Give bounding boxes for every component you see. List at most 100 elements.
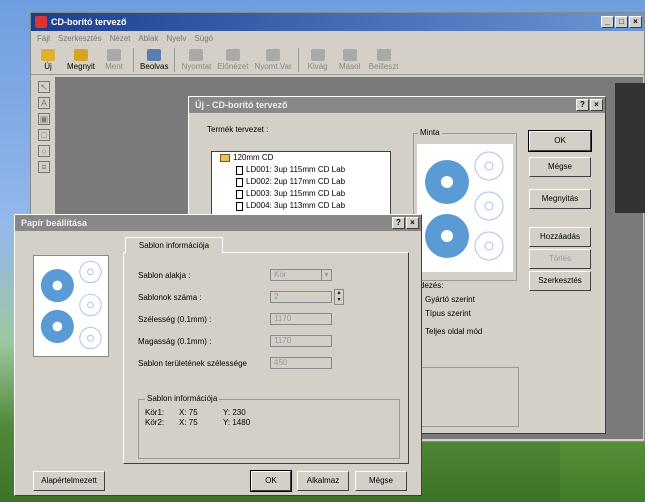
tree-item[interactable]: LD001: 3up 115mm CD Lab xyxy=(246,164,345,176)
paper-settings-title-bar[interactable]: Papír beállítása ? × xyxy=(15,215,421,231)
toolbar-separator xyxy=(133,47,135,72)
radio-type[interactable]: Típus szerint xyxy=(415,309,471,318)
document-icon xyxy=(236,201,243,211)
copy-icon xyxy=(342,48,357,61)
print-setup-icon xyxy=(266,48,281,61)
open-button[interactable]: Megnyitás xyxy=(529,189,591,209)
document-icon xyxy=(236,177,243,187)
new-icon xyxy=(41,48,55,61)
pointer-tool-icon[interactable]: ↖ xyxy=(38,81,50,93)
spin-icon[interactable]: ▴ ▾ xyxy=(334,289,344,305)
circle2-y: Y: 1480 xyxy=(223,418,251,427)
folder-icon xyxy=(220,154,230,162)
toolbar-save-button[interactable]: Ment xyxy=(101,48,127,71)
template-info-group: Sablon információja Kör1: X: 75 Y: 230 K… xyxy=(138,394,400,459)
count-label: Sablonok száma : xyxy=(138,293,202,302)
radio-manufacturer[interactable]: Gyártó szerint xyxy=(415,295,475,304)
toolbar-copy-button[interactable]: Másol xyxy=(337,48,363,71)
delete-button[interactable]: Törlés xyxy=(529,249,591,269)
rectangle-tool-icon[interactable]: □ xyxy=(38,129,50,141)
circle1-x: X: 75 xyxy=(179,408,198,417)
preview-icon xyxy=(225,48,240,61)
side-thumbnail-panel xyxy=(615,83,645,213)
toolbar-separator xyxy=(297,47,299,72)
tree-root[interactable]: 120mm CD xyxy=(233,152,273,164)
toolbar-cut-button[interactable]: Kivág xyxy=(305,48,331,71)
ok-button[interactable]: OK xyxy=(250,470,292,492)
paste-icon xyxy=(376,48,391,61)
minimize-button[interactable]: _ xyxy=(601,16,614,28)
height-field[interactable]: 1170 xyxy=(270,335,332,347)
height-label: Magasság (0.1mm) : xyxy=(138,337,212,346)
menu-help[interactable]: Súgó xyxy=(194,34,213,43)
shape-select[interactable]: Kör ▾ xyxy=(270,269,332,281)
tab-template-info[interactable]: Sablon információja xyxy=(125,237,223,253)
menu-edit[interactable]: Szerkesztés xyxy=(58,34,102,43)
menu-language[interactable]: Nyelv xyxy=(166,34,186,43)
default-button[interactable]: Alapértelmezett xyxy=(33,471,105,491)
menu-bar: Fájl Szerkesztés Nézet Ablak Nyelv Súgó xyxy=(31,31,644,45)
cancel-button[interactable]: Mégse xyxy=(355,471,407,491)
sample-label: Minta xyxy=(418,128,442,137)
close-button[interactable]: × xyxy=(590,99,603,111)
menu-view[interactable]: Nézet xyxy=(109,34,130,43)
circle2-name: Kör2: xyxy=(145,418,165,427)
help-button[interactable]: ? xyxy=(576,99,589,111)
ellipse-tool-icon[interactable]: ○ xyxy=(38,145,50,157)
toolbar-scan-button[interactable]: Beolvas xyxy=(140,48,168,71)
maximize-button[interactable]: □ xyxy=(615,16,628,28)
toolbar-print-setup-button[interactable]: Nyomt.Var xyxy=(254,48,292,71)
cancel-button[interactable]: Mégse xyxy=(529,157,591,177)
circle2-x: X: 75 xyxy=(179,418,198,427)
toolbar-preview-button[interactable]: Előnézet xyxy=(217,48,248,71)
sample-group: Minta xyxy=(413,128,517,281)
document-icon xyxy=(236,165,243,175)
apply-button[interactable]: Alkalmaz xyxy=(297,471,349,491)
sample-preview xyxy=(417,144,513,272)
paper-settings-dialog: Papír beállítása ? × Sablon információja… xyxy=(14,214,422,496)
main-title-bar[interactable]: CD-borító tervező _ □ × xyxy=(31,13,644,31)
toolbar-separator xyxy=(174,47,176,72)
product-tree[interactable]: 120mm CD LD001: 3up 115mm CD Lab LD002: … xyxy=(211,151,391,221)
text-tool-icon[interactable]: A xyxy=(38,97,50,109)
tool-palette: ↖ A ▣ □ ○ ≡ xyxy=(35,77,53,217)
edit-button[interactable]: Szerkesztés xyxy=(529,271,591,291)
paper-preview xyxy=(33,255,109,357)
paper-settings-title: Papír beállítása xyxy=(21,218,88,228)
toolbar-new-button[interactable]: Új xyxy=(35,48,61,71)
cut-icon xyxy=(310,48,325,61)
dropdown-arrow-icon: ▾ xyxy=(321,270,331,280)
menu-window[interactable]: Ablak xyxy=(138,34,158,43)
tree-item[interactable]: LD002: 2up 117mm CD Lab xyxy=(246,176,345,188)
radio-full-page[interactable]: Teljes oldal mód xyxy=(415,327,482,336)
close-button[interactable]: × xyxy=(406,217,419,229)
toolbar-print-button[interactable]: Nyomtat xyxy=(181,48,211,71)
menu-file[interactable]: Fájl xyxy=(37,34,50,43)
toolbar-open-button[interactable]: Megnyit xyxy=(67,48,95,71)
add-button[interactable]: Hozzáadás xyxy=(529,227,591,247)
area-width-label: Sablon területének szélessége xyxy=(138,359,247,368)
help-button[interactable]: ? xyxy=(392,217,405,229)
new-design-title-bar[interactable]: Új - CD-borító tervező ? × xyxy=(189,97,605,113)
area-width-field[interactable]: 450 xyxy=(270,357,332,369)
close-button[interactable]: × xyxy=(629,16,642,28)
template-info-pane: Sablon alakja : Kör ▾ Sablonok száma : 2 … xyxy=(123,252,409,464)
image-tool-icon[interactable]: ▣ xyxy=(38,113,50,125)
app-icon xyxy=(35,16,47,28)
print-icon xyxy=(189,48,204,61)
ok-button[interactable]: OK xyxy=(528,130,592,152)
open-folder-icon xyxy=(74,48,88,61)
template-info-group-title: Sablon információja xyxy=(145,394,220,403)
save-icon xyxy=(107,48,122,61)
width-field[interactable]: 1170 xyxy=(270,313,332,325)
circle1-y: Y: 230 xyxy=(223,408,246,417)
shape-label: Sablon alakja : xyxy=(138,271,191,280)
scan-icon xyxy=(147,48,162,61)
line-tool-icon[interactable]: ≡ xyxy=(38,161,50,173)
info-panel xyxy=(407,367,519,427)
document-icon xyxy=(236,189,243,199)
tree-item[interactable]: LD003: 3up 115mm CD Lab xyxy=(246,188,345,200)
count-stepper[interactable]: 2 xyxy=(270,291,332,303)
tree-item[interactable]: LD004: 3up 113mm CD Lab xyxy=(246,200,345,212)
toolbar-paste-button[interactable]: Beilleszt xyxy=(369,48,398,71)
